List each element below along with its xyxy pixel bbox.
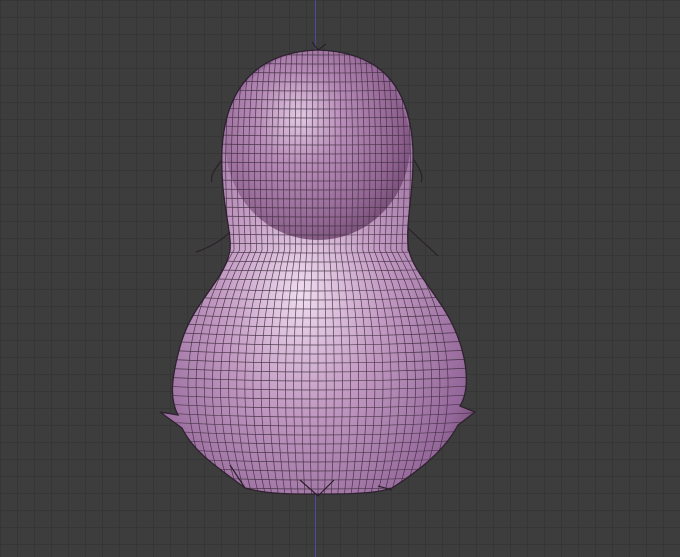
3d-viewport[interactable] (0, 0, 680, 557)
hair-mesh-render[interactable] (0, 0, 680, 557)
